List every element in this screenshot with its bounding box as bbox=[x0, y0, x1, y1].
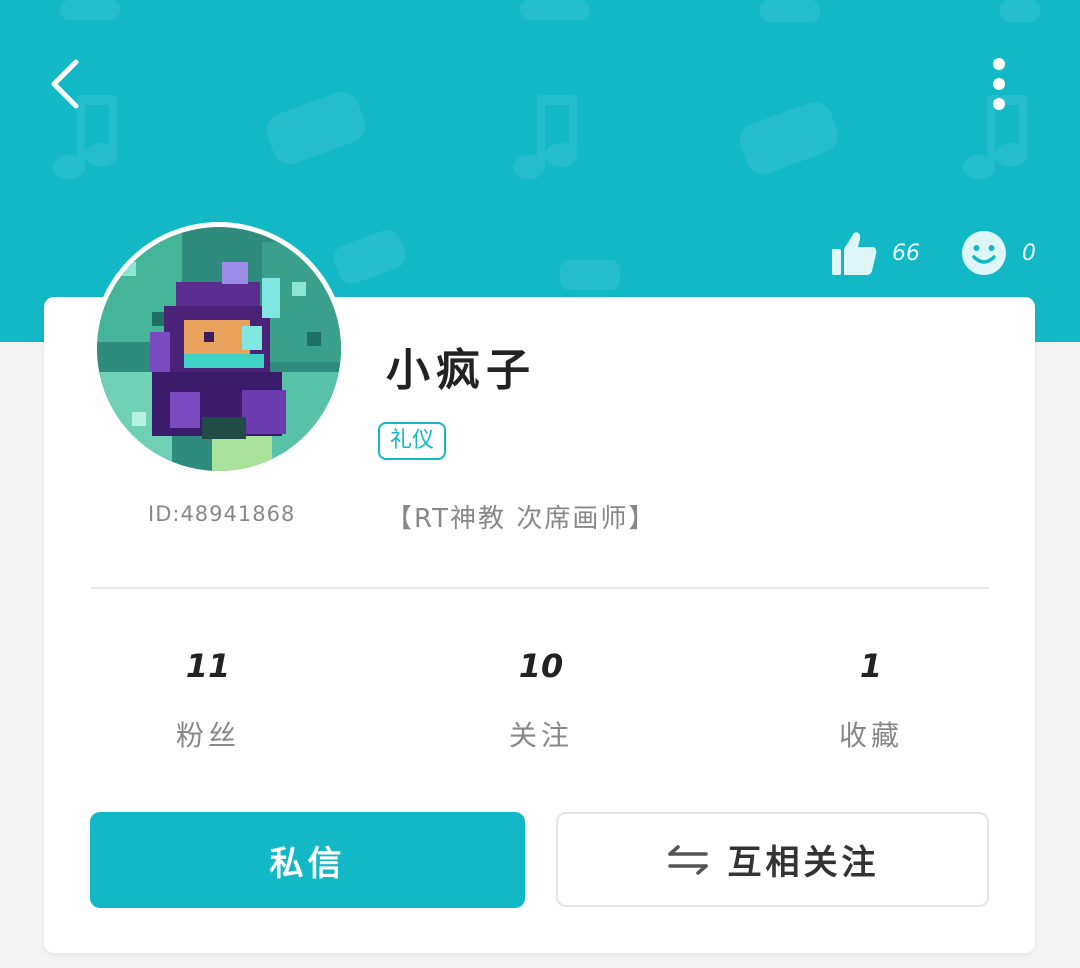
avatar[interactable] bbox=[92, 222, 346, 476]
user-tag-label: 礼仪 bbox=[390, 428, 435, 453]
more-vertical-icon bbox=[993, 58, 1005, 110]
following-label: 关注 bbox=[508, 719, 573, 752]
favorites-stat[interactable]: 1 收藏 bbox=[771, 640, 971, 754]
divider bbox=[90, 587, 990, 589]
followers-label: 粉丝 bbox=[175, 719, 240, 752]
like-stat[interactable]: 66 bbox=[830, 226, 920, 280]
thumbs-up-icon bbox=[832, 232, 877, 275]
user-id: ID:48941868 bbox=[148, 502, 296, 526]
message-button-label: 私信 bbox=[269, 843, 346, 884]
followers-count: 11 bbox=[185, 647, 231, 685]
smile-count: 0 bbox=[1022, 240, 1036, 266]
followers-stat[interactable]: 11 粉丝 bbox=[108, 640, 308, 754]
back-button[interactable] bbox=[40, 50, 100, 118]
mutual-follow-button[interactable]: 互相关注 bbox=[556, 812, 989, 907]
more-options-button[interactable] bbox=[976, 52, 1022, 116]
favorites-label: 收藏 bbox=[838, 719, 903, 752]
message-button[interactable]: 私信 bbox=[90, 812, 525, 908]
smiley-icon bbox=[962, 231, 1006, 275]
chevron-left-icon bbox=[51, 59, 79, 109]
mutual-follow-label: 互相关注 bbox=[727, 843, 880, 883]
username: 小疯子 bbox=[386, 345, 536, 396]
like-count: 66 bbox=[892, 240, 920, 266]
smile-stat[interactable]: 0 bbox=[960, 226, 1036, 280]
favorites-count: 1 bbox=[859, 647, 883, 685]
following-stat[interactable]: 10 关注 bbox=[441, 640, 641, 754]
user-bio: 【RT神教 次席画师】 bbox=[386, 504, 657, 534]
user-tag-badge[interactable]: 礼仪 bbox=[378, 422, 447, 460]
swap-arrows-icon bbox=[666, 844, 710, 876]
following-count: 10 bbox=[518, 647, 564, 685]
pixel-art-character-avatar bbox=[97, 227, 341, 471]
